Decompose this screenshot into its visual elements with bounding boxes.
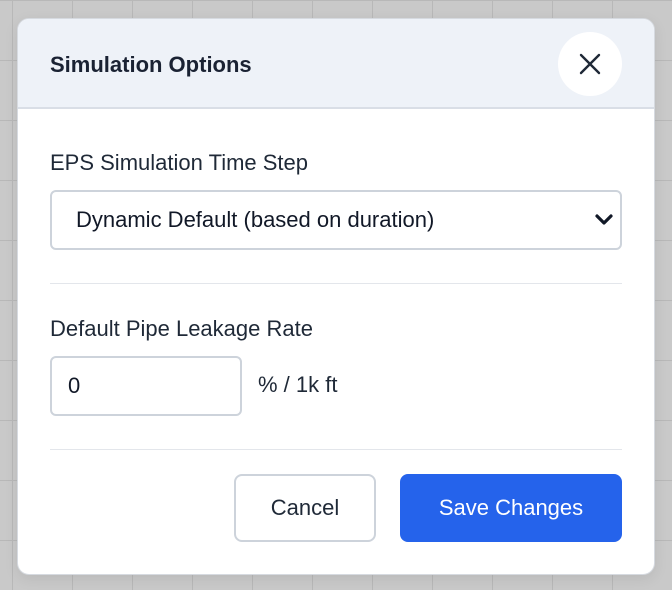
time-step-label: EPS Simulation Time Step xyxy=(50,150,309,175)
close-button[interactable] xyxy=(558,32,622,96)
save-changes-button[interactable]: Save Changes xyxy=(400,474,622,542)
simulation-options-dialog: Simulation Options EPS Simulation Time S… xyxy=(17,18,655,575)
time-step-selected-value: Dynamic Default (based on duration) xyxy=(76,207,435,232)
leakage-rate-value: 0 xyxy=(68,373,81,398)
dialog-title: Simulation Options xyxy=(50,52,252,77)
dialog-header: Simulation Options xyxy=(18,19,654,109)
section-divider xyxy=(50,283,622,284)
chevron-down-icon xyxy=(594,213,614,232)
leakage-rate-label: Default Pipe Leakage Rate xyxy=(50,316,313,341)
footer-divider xyxy=(50,449,622,450)
leakage-rate-input[interactable]: 0 xyxy=(50,356,242,416)
close-icon xyxy=(579,53,601,75)
cancel-button[interactable]: Cancel xyxy=(234,474,376,542)
leakage-rate-unit: % / 1k ft xyxy=(258,372,338,397)
time-step-select[interactable]: Dynamic Default (based on duration) xyxy=(50,190,622,250)
